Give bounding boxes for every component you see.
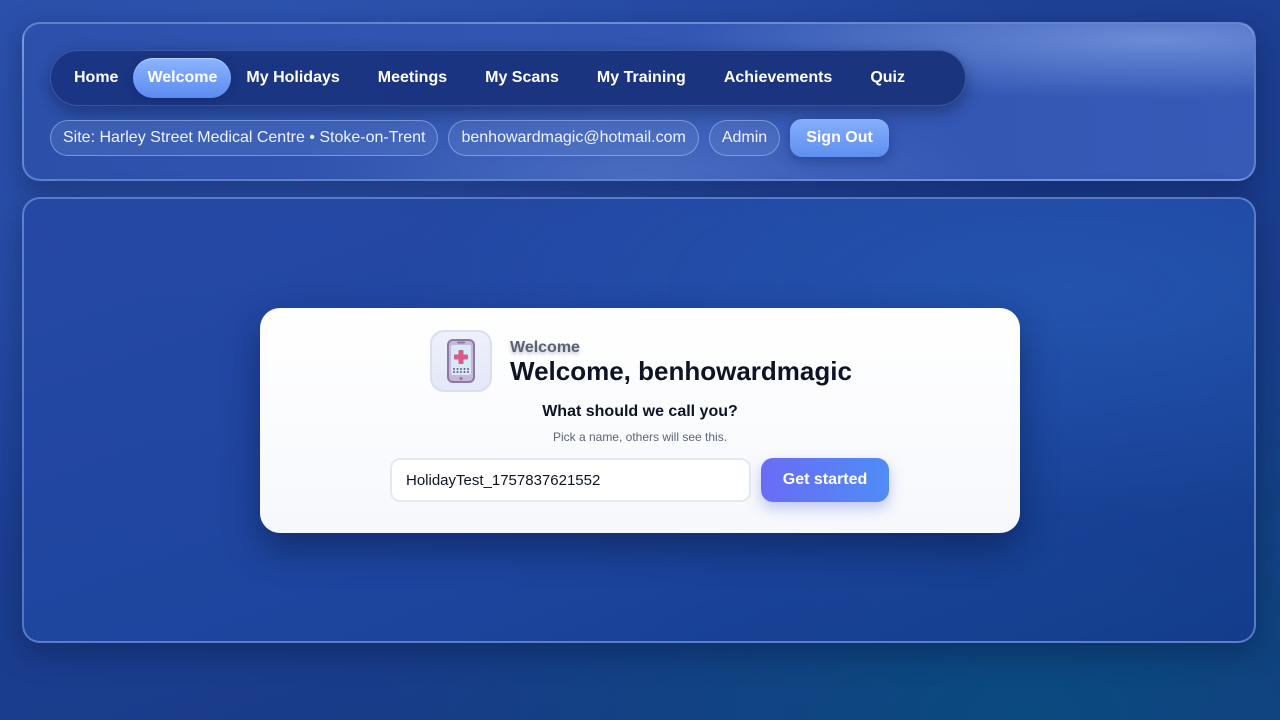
main-nav: Home Welcome My Holidays Meetings My Sca…	[50, 50, 966, 106]
display-name-question: What should we call you?	[542, 403, 738, 420]
role-badge: Admin	[708, 120, 781, 156]
get-started-button[interactable]: Get started	[761, 458, 889, 502]
sign-out-button[interactable]: Sign Out	[790, 119, 889, 157]
nav-item-meetings[interactable]: Meetings	[363, 58, 462, 98]
nav-item-my-training[interactable]: My Training	[582, 58, 701, 98]
header-panel: Home Welcome My Holidays Meetings My Sca…	[22, 22, 1256, 181]
site-chip: Site: Harley Street Medical Centre • Sto…	[50, 120, 439, 156]
card-eyebrow: Welcome	[510, 339, 580, 356]
card-title: Welcome, benhowardmagic	[510, 356, 852, 386]
user-bar: Site: Harley Street Medical Centre • Sto…	[50, 119, 889, 157]
nav-item-my-holidays[interactable]: My Holidays	[231, 58, 354, 98]
display-name-hint: Pick a name, others will see this.	[552, 430, 728, 444]
nav-item-achievements[interactable]: Achievements	[709, 58, 848, 98]
nav-item-welcome[interactable]: Welcome	[133, 58, 232, 98]
nav-item-my-scans[interactable]: My Scans	[470, 58, 574, 98]
email-chip: benhowardmagic@hotmail.com	[448, 120, 699, 156]
medical-phone-icon	[430, 330, 492, 392]
welcome-card: Welcome Welcome, benhowardmagic What sho…	[260, 308, 1020, 533]
nav-item-quiz[interactable]: Quiz	[855, 58, 920, 98]
nav-item-home[interactable]: Home	[59, 58, 133, 98]
display-name-input[interactable]	[390, 458, 751, 502]
medical-phone-icon-graphic	[447, 339, 475, 383]
